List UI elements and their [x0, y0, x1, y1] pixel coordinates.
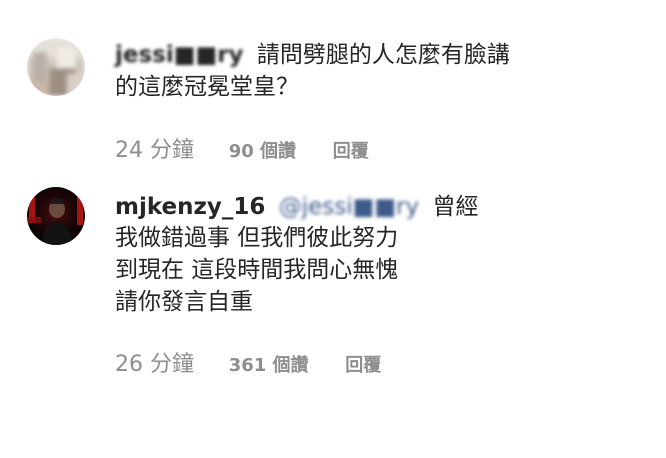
comment-text-line: 到現在 這段時間我問心無愧 [115, 257, 399, 283]
comment-time: 26 分鐘 [115, 352, 194, 377]
avatar-image [27, 187, 85, 245]
comment-meta: 24 分鐘 90 個讚 回覆 [115, 132, 369, 164]
comment-username[interactable]: jessi■■ry [115, 40, 244, 71]
comment-item: mjkenzy_16 @jessi■■ry 曾經 我做錯過事 但我們彼此努力 到… [0, 180, 666, 458]
blurred-avatar-image [27, 38, 85, 96]
like-count-button[interactable]: 90 個讚 [229, 141, 296, 162]
comment-item: jessi■■ry 請問劈腿的人怎麼有臉講 的這麼冠冕堂皇？ 24 分鐘 90 … [0, 0, 666, 180]
reply-button[interactable]: 回覆 [333, 141, 369, 162]
reply-button[interactable]: 回覆 [345, 355, 381, 376]
avatar[interactable] [27, 38, 85, 96]
comment-meta: 26 分鐘 361 個讚 回覆 [115, 346, 381, 378]
comment-text-line: 的這麼冠冕堂皇？ [115, 74, 299, 100]
comment-body: mjkenzy_16 @jessi■■ry 曾經 [115, 192, 478, 223]
comment-text-line: 我做錯過事 但我們彼此努力 [115, 225, 399, 251]
comment-text-line: 請你發言自重 [115, 289, 253, 315]
comment-text-first: 請問劈腿的人怎麼有臉講 [256, 42, 510, 68]
comment-text-first: 曾經 [432, 194, 479, 220]
comment-body: jessi■■ry 請問劈腿的人怎麼有臉講 [115, 40, 510, 71]
comment-time: 24 分鐘 [115, 138, 194, 163]
mention-link[interactable]: @jessi■■ry [279, 192, 419, 223]
avatar[interactable] [27, 187, 85, 245]
comment-username[interactable]: mjkenzy_16 [115, 194, 265, 220]
like-count-button[interactable]: 361 個讚 [229, 355, 309, 376]
